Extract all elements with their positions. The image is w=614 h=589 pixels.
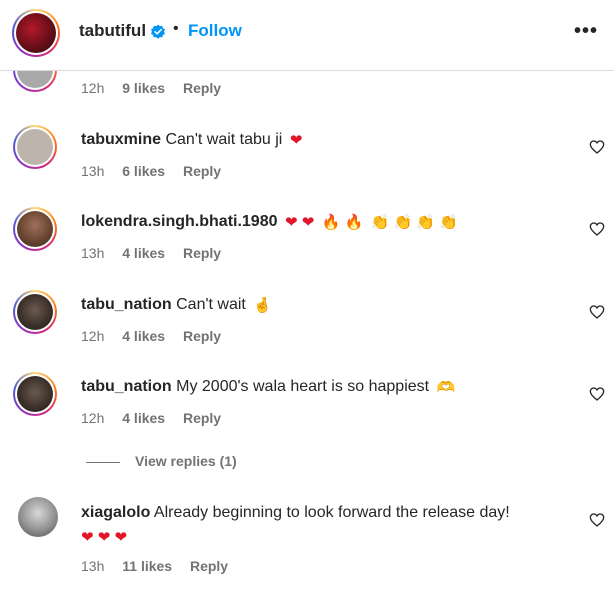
like-heart-icon[interactable] [589,386,605,402]
comment-text: xiagalolo Already beginning to look forw… [81,504,510,522]
like-heart-icon[interactable] [589,221,605,237]
comment-meta: 13h 11 likes Reply [81,558,242,574]
commenter-avatar[interactable] [18,497,58,537]
comment-text: lokendra.singh.bhati.1980 ❤ ❤ 🔥 🔥 👏 👏 👏 … [81,213,458,231]
commenter-avatar[interactable] [13,207,57,251]
comment-message: Can't wait [176,296,246,313]
comment-likes[interactable]: 11 likes [122,558,172,574]
commenter-username[interactable]: lokendra.singh.bhati.1980 [81,213,278,230]
commenter-username[interactable]: tabuxmine [81,131,161,148]
author-username[interactable]: tabutiful [79,21,146,41]
post-header: tabutiful • Follow ••• [0,0,614,71]
view-replies-line [86,461,120,463]
comment-likes[interactable]: 4 likes [122,410,165,426]
comment-message: My 2000's wala heart is so happiest [176,378,430,395]
comment-text: tabuxmine Can't wait tabu ji ❤ [81,131,302,149]
comment-meta: 12h 4 likes Reply [81,410,235,426]
reply-button[interactable]: Reply [190,558,228,574]
comment-message: Already beginning to look forward the re… [153,504,510,521]
like-heart-icon[interactable] [589,304,605,320]
heart-emoji-icon: ❤ ❤ [284,214,315,231]
comment-meta: 13h 4 likes Reply [81,245,235,261]
crossed-fingers-emoji-icon: 🤞 [253,297,273,314]
comment-likes[interactable]: 4 likes [122,245,165,261]
author-avatar[interactable] [12,9,60,57]
follow-button[interactable]: Follow [188,21,242,41]
heart-hands-emoji-icon: 🫶 [436,379,456,396]
comment-message: Can't wait tabu ji [165,131,283,148]
comment-time: 13h [81,558,105,574]
verified-badge-icon [151,24,165,39]
comment-meta: 12h 9 likes Reply [81,80,235,96]
reply-button[interactable]: Reply [183,80,221,96]
comment-likes[interactable]: 6 likes [122,163,165,179]
heart-emoji-icon: ❤ ❤ ❤ [81,529,128,546]
comment-likes[interactable]: 4 likes [122,328,165,344]
more-options-icon[interactable]: ••• [574,20,598,43]
comment-text: tabu_nation Can't wait 🤞 [81,296,272,314]
reply-button[interactable]: Reply [183,328,221,344]
commenter-avatar[interactable] [13,125,57,169]
comment-time: 12h [81,80,105,96]
clap-emoji-icon: 👏 👏 👏 👏 [370,214,458,231]
commenter-avatar[interactable] [13,372,57,416]
like-heart-icon[interactable] [589,139,605,155]
view-replies-button[interactable]: View replies (1) [86,453,237,469]
reply-button[interactable]: Reply [183,163,221,179]
view-replies-label: View replies (1) [135,453,237,469]
commenter-username[interactable]: tabu_nation [81,296,172,313]
comment-time: 12h [81,410,105,426]
commenter-username[interactable]: xiagalolo [81,504,150,521]
commenter-username[interactable]: tabu_nation [81,378,172,395]
fire-emoji-icon: 🔥 🔥 [321,214,364,231]
commenter-avatar[interactable] [13,290,57,334]
comment-time: 13h [81,163,105,179]
comment-meta: 13h 6 likes Reply [81,163,235,179]
comment-meta: 12h 4 likes Reply [81,328,235,344]
comment-time: 12h [81,328,105,344]
comment-text: tabu_nation My 2000's wala heart is so h… [81,378,455,396]
comment-time: 13h [81,245,105,261]
like-heart-icon[interactable] [589,512,605,528]
reply-button[interactable]: Reply [183,245,221,261]
separator-dot: • [173,20,179,37]
reply-button[interactable]: Reply [183,410,221,426]
heart-emoji-icon: ❤ [289,132,303,149]
comment-likes[interactable]: 9 likes [122,80,165,96]
comment-text-line-2: ❤ ❤ ❤ [81,528,127,546]
